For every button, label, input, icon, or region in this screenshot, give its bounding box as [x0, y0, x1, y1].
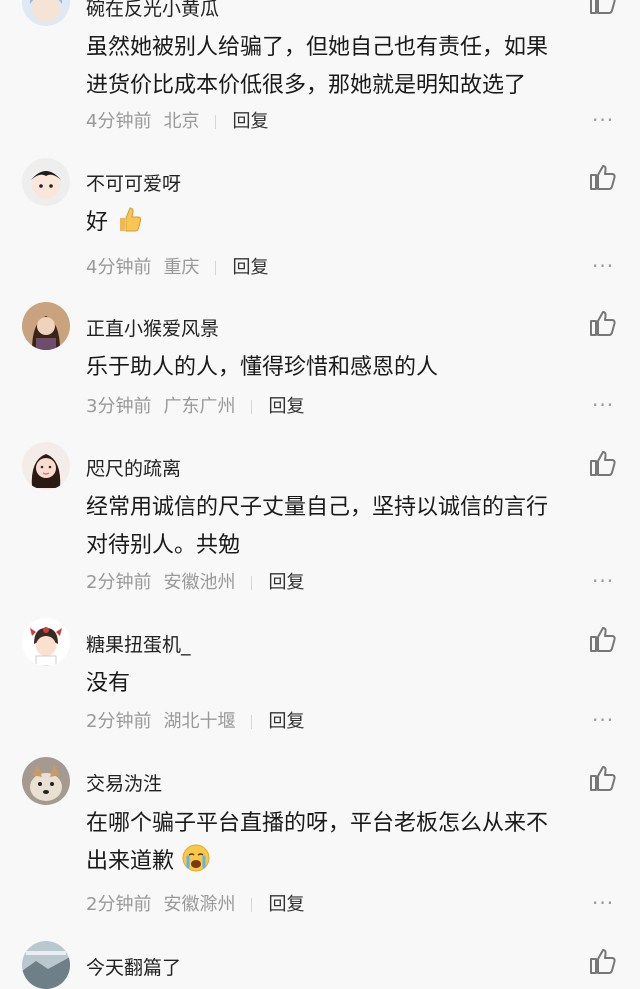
like-icon[interactable] [588, 946, 618, 976]
location: 广东广州 [163, 396, 236, 417]
reply-button[interactable]: 回复 [268, 395, 304, 419]
time: 3分钟前 [86, 396, 152, 417]
location: 湖北十堰 [163, 711, 236, 732]
location: 安徽池州 [163, 572, 236, 593]
comment-line: 出来道歉 [86, 849, 175, 874]
avatar[interactable] [22, 158, 70, 206]
divider [215, 115, 217, 129]
comment-text: 乐于助人的人，懂得珍惜和感恩的人 [86, 349, 620, 387]
username[interactable]: 糖果扭蛋机_ [86, 633, 191, 657]
divider [251, 898, 253, 912]
comment-line: 好 [86, 210, 109, 235]
reply-button[interactable]: 回复 [232, 110, 268, 134]
username[interactable]: 不可可爱呀 [86, 172, 181, 196]
avatar[interactable] [22, 302, 70, 350]
more-icon[interactable]: ··· [592, 108, 614, 132]
username[interactable]: 今天翻篇了 [86, 956, 181, 980]
thumbs-up-emoji-icon [116, 205, 142, 246]
comment-meta: 3分钟前 广东广州 回复 [86, 395, 304, 419]
crying-face-emoji-icon [182, 844, 210, 885]
time: 2分钟前 [86, 894, 152, 915]
divider [251, 400, 253, 414]
location: 北京 [163, 111, 200, 132]
like-icon[interactable] [588, 624, 618, 654]
comment-meta: 4分钟前 重庆 回复 [86, 256, 268, 280]
username[interactable]: 咫尺的疏离 [86, 457, 181, 481]
comment-line: 在哪个骗子平台直播的呀，平台老板怎么从来不 [86, 811, 549, 836]
avatar[interactable] [22, 442, 70, 490]
comment-line: 虽然她被别人给骗了，但她自己也有责任，如果 [86, 35, 549, 60]
comment-line: 经常用诚信的尺子丈量自己，坚持以诚信的言行 [86, 495, 549, 520]
more-icon[interactable]: ··· [592, 569, 614, 593]
comment-line: 对待别人。共勉 [86, 533, 241, 558]
comment-text: 经常用诚信的尺子丈量自己，坚持以诚信的言行 对待别人。共勉 [86, 489, 620, 565]
like-icon[interactable] [588, 448, 618, 478]
location: 安徽滁州 [163, 894, 236, 915]
comment-meta: 4分钟前 北京 回复 [86, 110, 268, 134]
more-icon[interactable]: ··· [592, 708, 614, 732]
avatar[interactable] [22, 0, 70, 26]
avatar[interactable] [22, 757, 70, 805]
like-icon[interactable] [588, 308, 618, 338]
username[interactable]: 碗在反光小黄瓜 [86, 0, 219, 21]
reply-button[interactable]: 回复 [268, 893, 304, 917]
time: 2分钟前 [86, 711, 152, 732]
like-icon[interactable] [588, 0, 618, 16]
comment-meta: 2分钟前 安徽滁州 回复 [86, 893, 304, 917]
comment-text: 虽然她被别人给骗了，但她自己也有责任，如果 进货价比成本价低很多，那她就是明知故… [86, 29, 620, 105]
username[interactable]: 正直小猴爱风景 [86, 317, 219, 341]
like-icon[interactable] [588, 162, 618, 192]
like-icon[interactable] [588, 763, 618, 793]
comment-meta: 2分钟前 安徽池州 回复 [86, 571, 304, 595]
divider [215, 261, 217, 275]
username[interactable]: 交易沩泩 [86, 772, 162, 796]
comment-line: 没有 [86, 671, 131, 696]
avatar[interactable] [22, 941, 70, 989]
comment-line: 乐于助人的人，懂得珍惜和感恩的人 [86, 355, 439, 380]
time: 2分钟前 [86, 572, 152, 593]
more-icon[interactable]: ··· [592, 393, 614, 417]
comment-meta: 2分钟前 湖北十堰 回复 [86, 710, 304, 734]
reply-button[interactable]: 回复 [268, 710, 304, 734]
divider [251, 715, 253, 729]
avatar[interactable] [22, 618, 70, 666]
comment-line: 进货价比成本价低很多，那她就是明知故选了 [86, 73, 527, 98]
location: 重庆 [163, 257, 200, 278]
comment-text: 好 [86, 204, 620, 246]
time: 4分钟前 [86, 257, 152, 278]
divider [251, 576, 253, 590]
more-icon[interactable]: ··· [592, 891, 614, 915]
comment-text: 在哪个骗子平台直播的呀，平台老板怎么从来不 出来道歉 [86, 805, 620, 885]
more-icon[interactable]: ··· [592, 254, 614, 278]
comment-text: 没有 [86, 665, 620, 703]
time: 4分钟前 [86, 111, 152, 132]
reply-button[interactable]: 回复 [268, 571, 304, 595]
reply-button[interactable]: 回复 [232, 256, 268, 280]
